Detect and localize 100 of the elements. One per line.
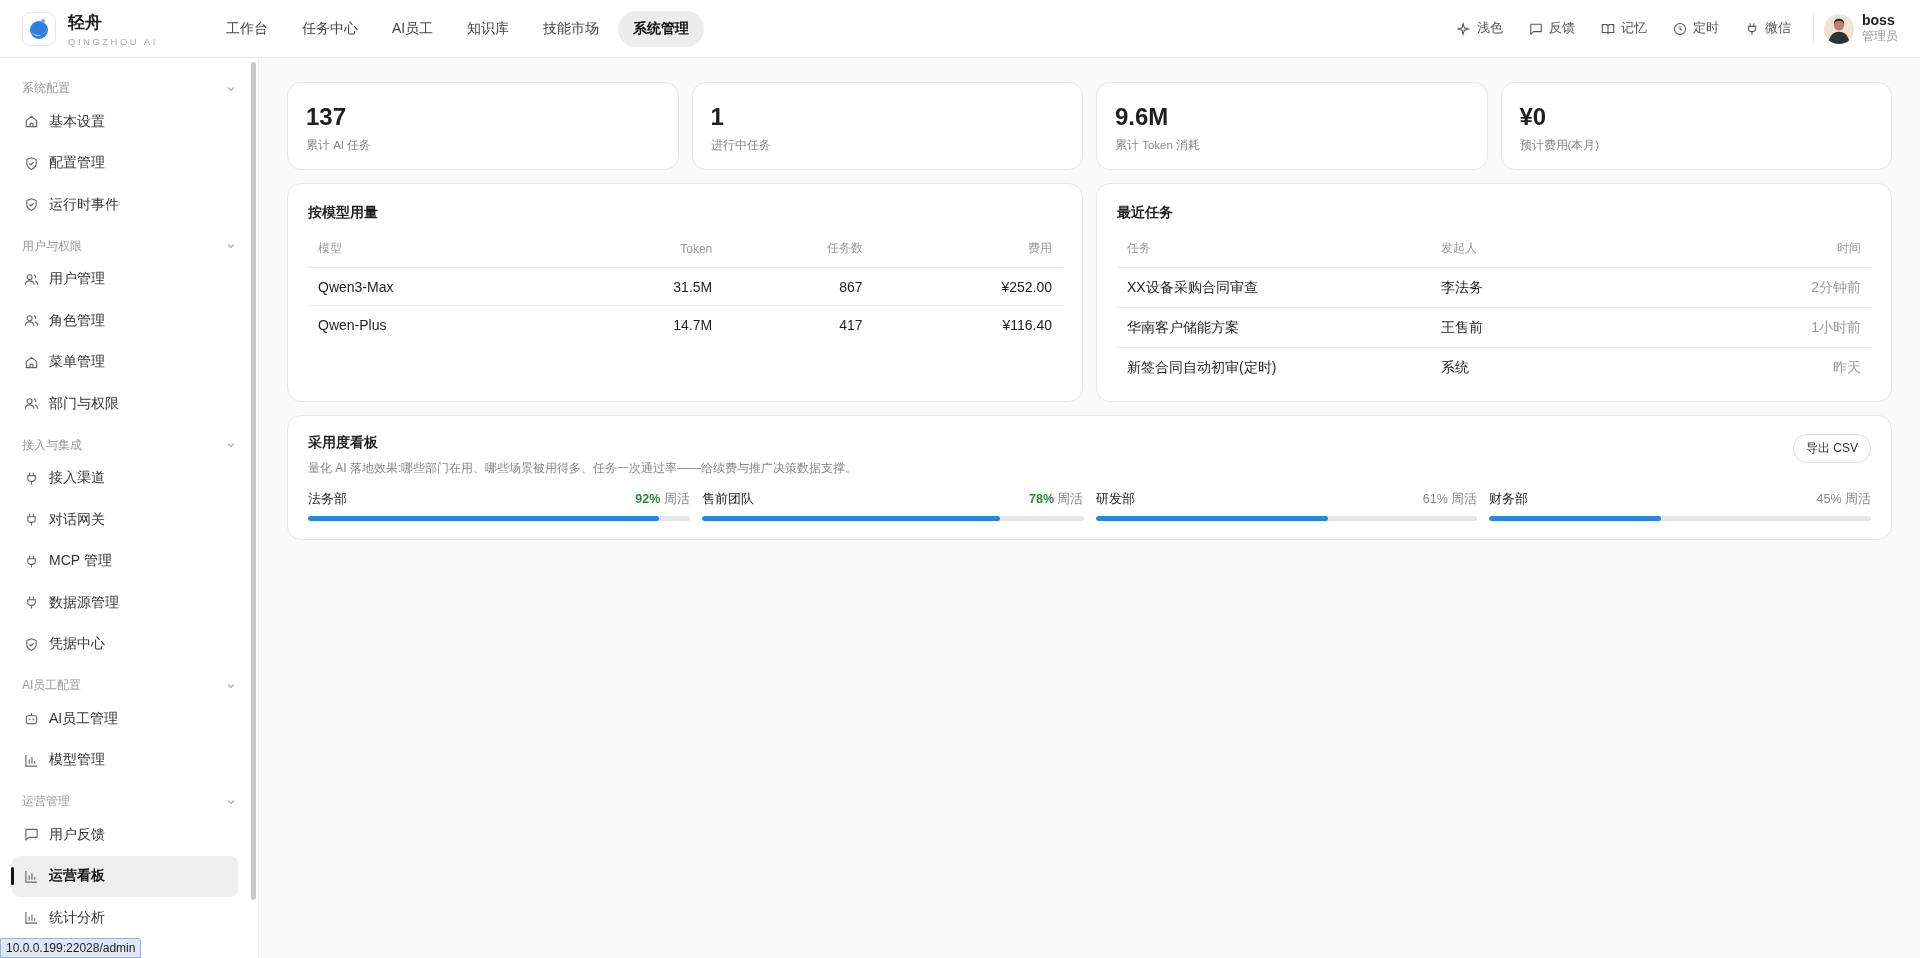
nav-tab[interactable]: AI员工: [377, 10, 449, 47]
stat-label: 进行中任务: [710, 138, 772, 153]
plug-icon: [24, 470, 39, 486]
action-label: 定时: [1693, 20, 1719, 37]
sidebar-item[interactable]: 对话网关: [12, 499, 238, 541]
brand-subtitle: QINGZHOU AI: [68, 35, 158, 47]
group-title: 系统配置: [22, 80, 70, 97]
action-label: 微信: [1765, 20, 1791, 37]
stat-label: 累计 AI 任务: [306, 138, 373, 153]
department-name: 财务部: [1489, 491, 1529, 508]
sidebar-item[interactable]: 角色管理: [12, 300, 238, 342]
sidebar-item[interactable]: 接入渠道: [12, 457, 238, 499]
department-name: 售前团队: [701, 491, 754, 508]
users-icon: [24, 313, 39, 329]
sidebar-item[interactable]: 配置管理: [12, 142, 238, 184]
nav-tab[interactable]: 系统管理: [618, 10, 705, 47]
stat-value: 9.6M: [1115, 103, 1170, 131]
stat-value: 137: [306, 103, 348, 131]
table-cell: 14.7M: [673, 317, 713, 333]
robot-icon: [24, 711, 39, 727]
chat-icon: [24, 827, 39, 843]
nav-tab[interactable]: 工作台: [211, 10, 283, 47]
table-cell: ¥116.40: [1002, 317, 1052, 333]
table-cell: 王售前: [1441, 319, 1484, 335]
table-cell: 1小时前: [1811, 319, 1861, 335]
action-label: 记忆: [1621, 20, 1647, 37]
table-cell: ¥252.00: [1001, 279, 1052, 295]
avatar-icon: [1824, 13, 1854, 44]
sidebar-item[interactable]: 凭据中心: [12, 623, 238, 665]
weekly-active-rate: 78% 周活: [1029, 491, 1084, 508]
table-cell: XX设备采购合同审查: [1127, 279, 1258, 295]
sidebar-item[interactable]: AI员工管理: [12, 698, 238, 740]
panel-title: 采用度看板: [308, 434, 379, 452]
header-action[interactable]: 微信: [1745, 20, 1791, 37]
book-icon: [1601, 21, 1615, 36]
column-header: Token: [680, 241, 713, 256]
column-header: 模型: [318, 241, 342, 255]
stat-value: ¥0: [1519, 103, 1548, 131]
sidebar-item[interactable]: 基本设置: [12, 101, 238, 143]
group-title: 用户与权限: [22, 237, 82, 255]
plug-icon: [1745, 21, 1759, 36]
column-header: 发起人: [1441, 241, 1478, 255]
logo-icon: [22, 11, 56, 46]
sparkle-icon: [1457, 21, 1471, 36]
action-label: 浅色: [1477, 20, 1503, 37]
home-icon: [24, 114, 39, 130]
table-cell: 31.5M: [673, 279, 713, 295]
sidebar-item[interactable]: 用户管理: [12, 258, 238, 300]
header-action[interactable]: 定时: [1673, 20, 1719, 37]
weekly-active-rate: 61% 周活: [1422, 491, 1478, 508]
users-icon: [24, 271, 39, 287]
nav-tab[interactable]: 知识库: [452, 10, 525, 47]
user-role: 管理员: [1862, 28, 1898, 45]
group-title: 接入与集成: [22, 436, 82, 454]
action-label: 反馈: [1549, 20, 1575, 37]
plug-icon: [24, 553, 39, 569]
clock-icon: [1673, 21, 1687, 36]
panel-title: 最近任务: [1117, 204, 1174, 222]
nav-tab[interactable]: 任务中心: [287, 10, 373, 47]
sidebar-item[interactable]: 部门与权限: [12, 383, 238, 425]
scrollbar[interactable]: [251, 62, 256, 900]
weekly-active-rate: 92% 周活: [635, 491, 690, 508]
stat-label: 累计 Token 消耗: [1115, 138, 1202, 153]
table-cell: Qwen-Plus: [318, 317, 387, 333]
table-cell: 李法务: [1441, 279, 1484, 295]
table-cell: 新签合同自动初审(定时): [1127, 359, 1277, 375]
table-cell: 2分钟前: [1811, 279, 1861, 295]
users-icon: [24, 396, 39, 412]
brand-name: 轻舟: [68, 11, 103, 34]
sidebar-item[interactable]: 运行时事件: [12, 184, 238, 226]
sidebar-item[interactable]: 运营看板: [12, 855, 238, 897]
home-icon: [24, 354, 39, 370]
sidebar-item[interactable]: 模型管理: [12, 739, 238, 781]
group-title: 运营管理: [22, 793, 70, 810]
column-header: 费用: [1028, 241, 1052, 255]
export-button[interactable]: 导出 CSV: [1793, 434, 1871, 463]
department-name: 法务部: [308, 491, 347, 508]
header-action[interactable]: 反馈: [1529, 20, 1575, 37]
sidebar-item[interactable]: 统计分析: [12, 897, 238, 939]
stat-value: 1: [710, 103, 725, 131]
sidebar-item[interactable]: MCP 管理: [12, 540, 238, 582]
stat-label: 预计费用(本月): [1519, 138, 1601, 153]
sidebar-item[interactable]: 用户反馈: [12, 814, 238, 856]
sidebar-item[interactable]: 菜单管理: [12, 341, 238, 383]
plug-icon: [24, 512, 39, 528]
panel-description: 量化 AI 落地效果:哪些部门在用、哪些场景被用得多、任务一次通过率——给续费与推广决策数据支撑。: [308, 460, 858, 477]
chevron-icon: [226, 241, 236, 251]
column-header: 任务: [1127, 241, 1151, 255]
department-name: 研发部: [1095, 491, 1135, 508]
header-action[interactable]: 记忆: [1601, 20, 1647, 37]
shield-icon: [24, 636, 39, 652]
sidebar-item[interactable]: 数据源管理: [12, 582, 238, 624]
table-cell: Qwen3-Max: [318, 279, 394, 295]
table-cell: 867: [839, 279, 863, 295]
panel-title: 按模型用量: [308, 204, 379, 222]
table-cell: 昨天: [1833, 359, 1861, 375]
shield-icon: [24, 155, 39, 171]
column-header: 任务数: [826, 241, 863, 255]
nav-tab[interactable]: 技能市场: [528, 10, 615, 47]
header-action[interactable]: 浅色: [1457, 20, 1503, 37]
